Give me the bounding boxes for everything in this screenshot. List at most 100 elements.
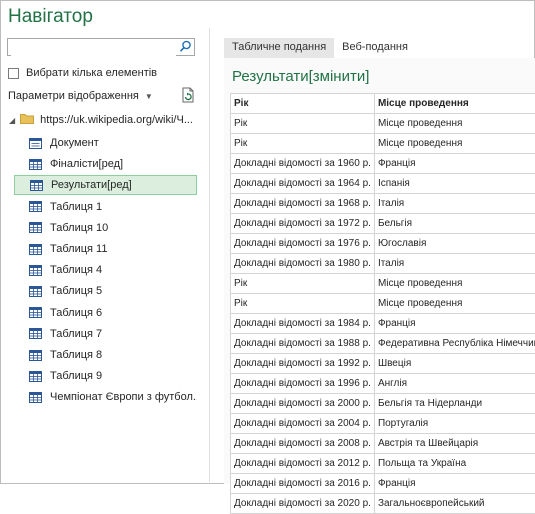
table-row: РікМісце проведення [231,274,535,294]
tree-item-label: Результати[ред] [51,179,132,191]
tree-item[interactable]: Таблиця 7 [14,324,197,344]
table-cell: Франція [374,314,535,334]
table-cell: Польща та Україна [374,454,535,474]
tree-item[interactable]: Результати[ред] [14,175,197,195]
tab-web-view[interactable]: Веб-подання [334,38,416,58]
table-cell: Докладні відомості за 1968 р. [231,194,375,214]
caret-down-icon: ▼ [145,92,153,101]
table-cell: Докладні відомості за 1992 р. [231,354,375,374]
search-box[interactable] [7,38,195,56]
table-cell: Докладні відомості за 2000 р. [231,394,375,414]
tree-item[interactable]: Таблиця 10 [14,218,197,238]
table-cell: Докладні відомості за 1984 р. [231,314,375,334]
table-cell: Швеція [374,354,535,374]
preview-title: Результати[змінити] [232,68,369,85]
table-cell: Докладні відомості за 2012 р. [231,454,375,474]
table-icon [29,222,42,233]
table-cell: Докладні відомості за 1972 р. [231,214,375,234]
collapse-triangle-icon[interactable]: ◢ [9,116,15,125]
tree-item[interactable]: Таблиця 6 [14,303,197,323]
table-row: Докладні відомості за 1996 р.Англія [231,374,535,394]
table-row: Докладні відомості за 1992 р.Швеція [231,354,535,374]
multi-select-checkbox[interactable] [8,68,19,79]
tree-item-label: Таблиця 11 [50,243,107,255]
table-cell: Місце проведення [374,134,535,154]
table-row: Докладні відомості за 2008 р.Австрія та … [231,434,535,454]
table-row: Докладні відомості за 1964 р.Іспанія [231,174,535,194]
table-cell: Рік [231,294,375,314]
tree-item[interactable]: Таблиця 8 [14,345,197,365]
pane-divider[interactable] [209,28,210,482]
tree-item[interactable]: Таблиця 9 [14,366,197,386]
table-cell: Місце проведення [374,294,535,314]
table-row: РікМісце проведення [231,134,535,154]
table-row: Докладні відомості за 1976 р.Югославія [231,234,535,254]
document-icon [29,138,42,149]
table-cell: Докладні відомості за 2008 р. [231,434,375,454]
table-row: Докладні відомості за 1988 р.Федеративна… [231,334,535,354]
display-options-dropdown[interactable]: Параметри відображення ▼ [8,90,153,102]
tree-item[interactable]: Фіналісти[ред] [14,154,197,174]
table-row: Докладні відомості за 1968 р.Італія [231,194,535,214]
table-cell: Рік [231,274,375,294]
table-cell: Югославія [374,234,535,254]
tree-item[interactable]: Таблиця 1 [14,197,197,217]
table-icon [29,350,42,361]
table-icon [29,244,42,255]
tree-item-label: Таблиця 9 [50,370,102,382]
tree-item-label: Чемпіонат Європи з футбол... [50,391,197,403]
tree-item[interactable]: Документ [14,133,197,153]
table-cell: Рік [231,134,375,154]
table-row: Докладні відомості за 1960 р.Франція [231,154,535,174]
tree-item-label: Таблиця 5 [50,285,102,297]
multi-select-label: Вибрати кілька елементів [26,67,157,79]
tree-item-label: Таблиця 10 [50,222,108,234]
table-cell: Докладні відомості за 2020 р. [231,494,375,514]
tree-item[interactable]: Таблиця 5 [14,281,197,301]
table-cell: Докладні відомості за 1976 р. [231,234,375,254]
table-cell: Докладні відомості за 1988 р. [231,334,375,354]
tree-item-label: Таблиця 4 [50,264,102,276]
table-row: Докладні відомості за 1984 р.Франція [231,314,535,334]
column-header[interactable]: Рік [231,94,375,114]
table-icon [29,307,42,318]
tree-item-label: Таблиця 7 [50,328,102,340]
table-row: Докладні відомості за 2020 р.Загальноєвр… [231,494,535,514]
table-cell: Місце проведення [374,274,535,294]
table-row: Докладні відомості за 2004 р.Португалія [231,414,535,434]
table-row: Докладні відомості за 1972 р.Бельгія [231,214,535,234]
tree-item[interactable]: Чемпіонат Європи з футбол... [14,387,197,407]
table-cell: Федеративна Республіка Німеччина [374,334,535,354]
table-cell: Іспанія [374,174,535,194]
table-icon [30,180,43,191]
table-cell: Франція [374,154,535,174]
refresh-icon[interactable] [181,87,195,108]
table-row: Докладні відомості за 2000 р.Бельгія та … [231,394,535,414]
tab-table-view[interactable]: Табличне подання [224,38,334,60]
tree-item[interactable]: Таблиця 4 [14,260,197,280]
table-cell: Італія [374,194,535,214]
tree-item-label: Фіналісти[ред] [50,158,123,170]
table-icon [29,159,42,170]
tree-root-label: https://uk.wikipedia.org/wiki/Ч... [40,114,193,126]
table-cell: Докладні відомості за 1980 р. [231,254,375,274]
table-cell: Рік [231,114,375,134]
table-cell: Бельгія [374,214,535,234]
table-cell: Австрія та Швейцарія [374,434,535,454]
display-options-label: Параметри відображення [8,90,139,102]
multi-select-option[interactable]: Вибрати кілька елементів [8,67,157,79]
table-row: Докладні відомості за 1980 р.Італія [231,254,535,274]
search-icon[interactable] [179,40,192,58]
view-tabs: Табличне поданняВеб-подання [224,38,416,58]
table-icon [29,265,42,276]
table-icon [29,286,42,297]
search-input[interactable] [11,42,176,56]
tree-root[interactable]: ◢ https://uk.wikipedia.org/wiki/Ч... [9,112,193,128]
tree-item-label: Таблиця 1 [50,201,102,213]
table-icon [29,371,42,382]
tree-item-label: Таблиця 8 [50,349,102,361]
tree-item[interactable]: Таблиця 11 [14,239,197,259]
column-header[interactable]: Місце проведення [374,94,535,114]
table-icon [29,201,42,212]
tree-item-label: Документ [50,137,99,149]
